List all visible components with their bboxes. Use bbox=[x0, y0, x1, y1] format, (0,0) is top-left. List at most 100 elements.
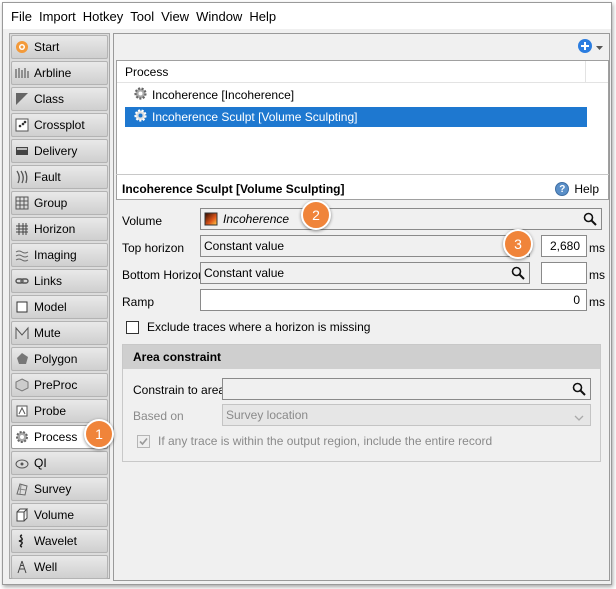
sidebar-item-label: Delivery bbox=[34, 144, 78, 158]
left-toolbar: Start Arbline Class Crossplot Delivery F… bbox=[9, 33, 110, 579]
app-window: File Import Hotkey Tool View Window Help… bbox=[2, 2, 612, 585]
menu-window[interactable]: Window bbox=[196, 9, 242, 24]
sidebar-item-class[interactable]: Class bbox=[11, 87, 108, 111]
process-icon bbox=[14, 429, 30, 445]
bottom-horizon-field[interactable]: Constant value bbox=[200, 262, 530, 284]
help-icon: ? bbox=[555, 182, 570, 196]
process-row-label: Incoherence [Incoherence] bbox=[152, 88, 295, 102]
sidebar-item-imaging[interactable]: Imaging bbox=[11, 243, 108, 267]
process-row-incoherence-sculpt[interactable]: Incoherence Sculpt [Volume Sculpting] bbox=[125, 107, 587, 127]
top-horizon-field[interactable]: Constant value bbox=[200, 235, 530, 257]
add-process-button[interactable] bbox=[577, 38, 603, 56]
menu-tool[interactable]: Tool bbox=[130, 9, 154, 24]
top-horizon-value-input[interactable]: 2,680 bbox=[541, 235, 587, 257]
sidebar-item-volume[interactable]: Volume bbox=[11, 503, 108, 527]
sidebar-item-label: Links bbox=[34, 274, 63, 288]
bottom-horizon-label: Bottom Horizon bbox=[122, 268, 205, 282]
sidebar-item-model[interactable]: Model bbox=[11, 295, 108, 319]
menu-view[interactable]: View bbox=[161, 9, 189, 24]
sidebar-item-arbline[interactable]: Arbline bbox=[11, 61, 108, 85]
sidebar-item-group[interactable]: Group bbox=[11, 191, 108, 215]
volume-field[interactable]: Incoherence bbox=[200, 208, 602, 230]
top-horizon-label: Top horizon bbox=[122, 241, 185, 255]
include-record-label: If any trace is within the output region… bbox=[158, 434, 493, 448]
gear-icon bbox=[133, 108, 148, 126]
sidebar-item-qi[interactable]: QI bbox=[11, 451, 108, 475]
menu-import[interactable]: Import bbox=[39, 9, 76, 24]
sidebar-item-crossplot[interactable]: Crossplot bbox=[11, 113, 108, 137]
sidebar-item-preproc[interactable]: PreProc bbox=[11, 373, 108, 397]
based-on-select[interactable]: Survey location bbox=[222, 404, 591, 426]
volume-value: Incoherence bbox=[223, 212, 290, 226]
menu-bar: File Import Hotkey Tool View Window Help bbox=[3, 3, 611, 29]
sidebar-item-delivery[interactable]: Delivery bbox=[11, 139, 108, 163]
sidebar-item-survey[interactable]: Survey bbox=[11, 477, 108, 501]
sidebar-item-label: Arbline bbox=[34, 66, 72, 80]
process-list-header: Process bbox=[117, 61, 608, 83]
sidebar-item-polygon[interactable]: Polygon bbox=[11, 347, 108, 371]
exclude-traces-checkbox[interactable] bbox=[126, 320, 139, 334]
sidebar-item-label: Wavelet bbox=[34, 534, 77, 548]
sidebar-item-horizon[interactable]: Horizon bbox=[11, 217, 108, 241]
search-icon[interactable] bbox=[583, 212, 597, 229]
menu-help[interactable]: Help bbox=[249, 9, 276, 24]
sidebar-item-label: Mute bbox=[34, 326, 61, 340]
menu-file[interactable]: File bbox=[11, 9, 32, 24]
sidebar-item-label: Well bbox=[34, 560, 58, 574]
sidebar-item-label: Class bbox=[34, 92, 65, 106]
exclude-traces-label: Exclude traces where a horizon is missin… bbox=[147, 320, 371, 334]
ramp-label: Ramp bbox=[122, 295, 155, 309]
process-row-incoherence[interactable]: Incoherence [Incoherence] bbox=[125, 85, 587, 105]
survey-icon bbox=[14, 481, 30, 497]
preproc-icon bbox=[14, 377, 30, 393]
sidebar-item-fault[interactable]: Fault bbox=[11, 165, 108, 189]
fault-icon bbox=[14, 169, 30, 185]
include-record-option[interactable]: If any trace is within the output region… bbox=[137, 434, 492, 448]
based-on-value: Survey location bbox=[226, 408, 309, 422]
search-icon[interactable] bbox=[572, 382, 586, 399]
sidebar-item-label: PreProc bbox=[34, 378, 78, 392]
polygon-icon bbox=[14, 351, 30, 367]
search-icon[interactable] bbox=[511, 266, 525, 283]
crossplot-icon bbox=[14, 117, 30, 133]
chevron-down-icon bbox=[574, 411, 584, 425]
sidebar-item-mute[interactable]: Mute bbox=[11, 321, 108, 345]
probe-icon bbox=[14, 403, 30, 419]
callout-badge-2: 2 bbox=[301, 200, 331, 230]
mute-icon bbox=[14, 325, 30, 341]
sidebar-item-links[interactable]: Links bbox=[11, 269, 108, 293]
main-panel: Process Incoherence [Incoherence] Incohe… bbox=[113, 33, 610, 581]
start-icon bbox=[14, 39, 30, 55]
model-icon bbox=[14, 299, 30, 315]
plus-icon bbox=[577, 38, 593, 57]
bottom-horizon-value-input[interactable] bbox=[541, 262, 587, 284]
constrain-area-field[interactable] bbox=[222, 378, 591, 400]
menu-hotkey[interactable]: Hotkey bbox=[83, 9, 123, 24]
group-icon bbox=[14, 195, 30, 211]
ramp-unit: ms bbox=[589, 295, 605, 309]
sidebar-item-label: Fault bbox=[34, 170, 61, 184]
qi-icon bbox=[14, 455, 30, 471]
delivery-icon bbox=[14, 143, 30, 159]
sidebar-item-well[interactable]: Well bbox=[11, 555, 108, 579]
sidebar-item-wavelet[interactable]: Wavelet bbox=[11, 529, 108, 553]
sidebar-item-label: Volume bbox=[34, 508, 75, 522]
gear-icon bbox=[133, 86, 148, 104]
imaging-icon bbox=[14, 247, 30, 263]
sidebar-item-start[interactable]: Start bbox=[11, 35, 108, 59]
ramp-input[interactable]: 0 bbox=[200, 289, 587, 311]
class-icon bbox=[14, 91, 30, 107]
sidebar-item-label: QI bbox=[34, 456, 47, 470]
top-unit: ms bbox=[589, 241, 605, 255]
well-icon bbox=[14, 559, 30, 575]
links-icon bbox=[14, 273, 30, 289]
sidebar-item-label: Process bbox=[34, 430, 78, 444]
top-horizon-value: Constant value bbox=[204, 239, 285, 253]
horizon-icon bbox=[14, 221, 30, 237]
chevron-down-icon bbox=[596, 40, 603, 54]
process-list: Process Incoherence [Incoherence] Incohe… bbox=[116, 60, 609, 200]
sidebar-item-label: Polygon bbox=[34, 352, 78, 366]
help-button[interactable]: ? Help bbox=[555, 182, 599, 196]
include-record-checkbox[interactable] bbox=[137, 434, 150, 448]
exclude-traces-option[interactable]: Exclude traces where a horizon is missin… bbox=[126, 320, 370, 334]
